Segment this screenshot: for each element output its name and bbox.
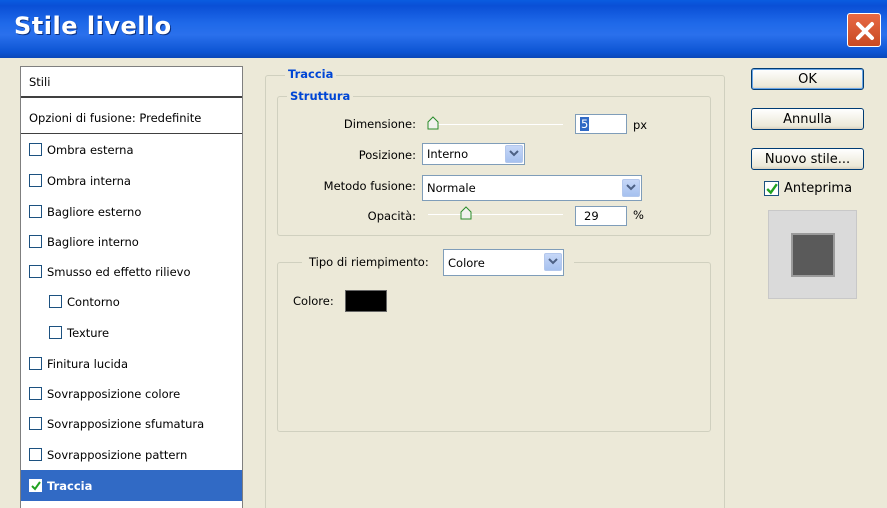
size-unit: px bbox=[633, 118, 648, 132]
size-label: Dimensione: bbox=[343, 117, 416, 131]
checkbox-checked[interactable] bbox=[764, 181, 779, 196]
fill-type-select[interactable]: Colore bbox=[443, 249, 564, 276]
opacity-input[interactable]: 29 bbox=[575, 206, 627, 226]
dropdown-button[interactable] bbox=[544, 253, 562, 271]
style-item-finitura-lucida[interactable]: Finitura lucida bbox=[21, 348, 242, 379]
opacity-unit: % bbox=[633, 208, 644, 222]
fill-type-label: Tipo di riempimento: bbox=[309, 255, 429, 269]
blend-mode-label: Metodo fusione: bbox=[323, 179, 416, 193]
preview-label: Anteprima bbox=[784, 181, 853, 196]
styles-header[interactable]: Stili bbox=[21, 67, 242, 98]
style-item-ombra-interna[interactable]: Ombra interna bbox=[21, 165, 242, 196]
structure-title: Struttura bbox=[287, 89, 354, 103]
size-input[interactable]: 5 bbox=[575, 114, 627, 134]
checkbox[interactable] bbox=[49, 326, 62, 339]
new-style-button[interactable]: Nuovo stile... bbox=[751, 148, 864, 170]
checkbox[interactable] bbox=[29, 174, 42, 187]
chevron-down-icon bbox=[548, 258, 558, 265]
opacity-slider-track[interactable] bbox=[428, 214, 563, 215]
style-item-sovrapposizione-sfumatura[interactable]: Sovrapposizione sfumatura bbox=[21, 408, 242, 439]
blend-mode-select[interactable]: Normale bbox=[422, 175, 642, 201]
checkbox[interactable] bbox=[29, 417, 42, 430]
style-item-ombra-esterna[interactable]: Ombra esterna bbox=[21, 134, 242, 165]
size-slider-track[interactable] bbox=[428, 124, 563, 125]
checkmark-icon bbox=[766, 183, 778, 195]
styles-list: Stili Opzioni di fusione: Predefinite Om… bbox=[20, 66, 243, 508]
checkmark-icon bbox=[31, 481, 41, 491]
fill-type-group bbox=[277, 262, 711, 432]
checkbox[interactable] bbox=[29, 357, 42, 370]
style-item-sovrapposizione-pattern[interactable]: Sovrapposizione pattern bbox=[21, 439, 242, 470]
close-button[interactable] bbox=[847, 13, 881, 47]
style-item-sovrapposizione-colore[interactable]: Sovrapposizione colore bbox=[21, 378, 242, 409]
checkbox[interactable] bbox=[49, 295, 62, 308]
style-item-contorno[interactable]: Contorno bbox=[21, 286, 242, 317]
style-item-texture[interactable]: Texture bbox=[21, 317, 242, 348]
checkbox[interactable] bbox=[29, 205, 42, 218]
checkbox[interactable] bbox=[29, 448, 42, 461]
title-bar: Stile livello bbox=[0, 0, 887, 58]
window-title: Stile livello bbox=[14, 12, 172, 40]
style-item-traccia[interactable]: Traccia bbox=[21, 470, 242, 501]
opacity-slider-thumb[interactable] bbox=[459, 206, 473, 220]
position-select[interactable]: Interno bbox=[422, 143, 525, 165]
close-icon bbox=[856, 22, 874, 40]
opacity-label: Opacità: bbox=[367, 209, 416, 223]
dropdown-button[interactable] bbox=[505, 145, 523, 163]
color-swatch[interactable] bbox=[345, 290, 387, 312]
size-slider-thumb[interactable] bbox=[426, 116, 440, 130]
blending-options[interactable]: Opzioni di fusione: Predefinite bbox=[21, 103, 242, 134]
cancel-button[interactable]: Annulla bbox=[751, 108, 864, 130]
ok-button[interactable]: OK bbox=[751, 68, 864, 90]
checkbox[interactable] bbox=[29, 387, 42, 400]
preview-swatch bbox=[791, 233, 835, 277]
stroke-section-title: Traccia bbox=[285, 67, 337, 81]
checkbox[interactable] bbox=[29, 265, 42, 278]
checkbox-checked[interactable] bbox=[29, 479, 42, 492]
color-label: Colore: bbox=[293, 294, 334, 308]
style-item-bagliore-esterno[interactable]: Bagliore esterno bbox=[21, 196, 242, 227]
checkbox[interactable] bbox=[29, 143, 42, 156]
checkbox[interactable] bbox=[29, 235, 42, 248]
chevron-down-icon bbox=[509, 150, 519, 157]
preview-thumbnail bbox=[768, 210, 857, 299]
chevron-down-icon bbox=[626, 184, 636, 191]
dropdown-button[interactable] bbox=[622, 179, 640, 197]
style-item-smusso[interactable]: Smusso ed effetto rilievo bbox=[21, 256, 242, 287]
preview-checkbox[interactable]: Anteprima bbox=[764, 181, 852, 196]
style-item-bagliore-interno[interactable]: Bagliore interno bbox=[21, 226, 242, 257]
position-label: Posizione: bbox=[358, 148, 416, 162]
